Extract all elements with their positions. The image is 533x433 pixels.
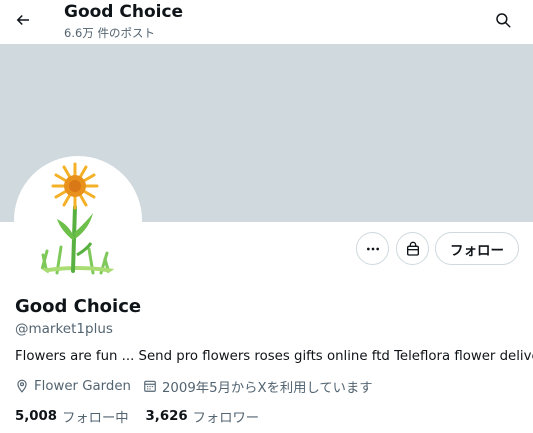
following-link[interactable]: 5,008 フォロー中 [15,407,129,426]
calendar-icon [144,380,156,392]
follow-button[interactable]: フォロー [435,232,519,265]
following-count: 5,008 [15,409,58,424]
shop-button[interactable] [396,232,429,265]
sunflower-drawing [17,159,139,281]
profile-bio: Flowers are fun ... Send pro flowers ros… [15,349,533,364]
arrow-left-icon [16,14,29,26]
more-icon [366,247,379,250]
follow-stats: 5,008 フォロー中 3,626 フォロワー [15,407,259,426]
avatar[interactable] [14,156,142,284]
join-date: 2009年5月からXを利用しています [143,377,373,396]
search-icon [496,13,511,28]
more-button[interactable] [356,232,389,265]
back-button[interactable] [8,5,38,35]
location: Flower Garden [15,379,131,394]
location-text: Flower Garden [34,378,131,394]
shop-icon [406,241,419,256]
join-date-text: 2009年5月からXを利用しています [161,380,373,396]
search-button[interactable] [488,5,518,35]
profile-handle: @market1plus [15,321,113,337]
location-pin-icon [17,379,27,393]
header-title: Good Choice [64,2,184,22]
top-bar: Good Choice 6.6万 件のポスト [0,0,533,44]
post-count: 6.6万 件のポスト [64,26,155,40]
profile-name: Good Choice [15,296,142,317]
followers-label: フォロワー [192,411,260,426]
following-label: フォロー中 [62,411,129,426]
followers-count: 3,626 [145,409,188,424]
profile-meta: Flower Garden 2009年5月からXを利用しています [15,376,373,396]
followers-link[interactable]: 3,626 フォロワー [146,407,260,426]
